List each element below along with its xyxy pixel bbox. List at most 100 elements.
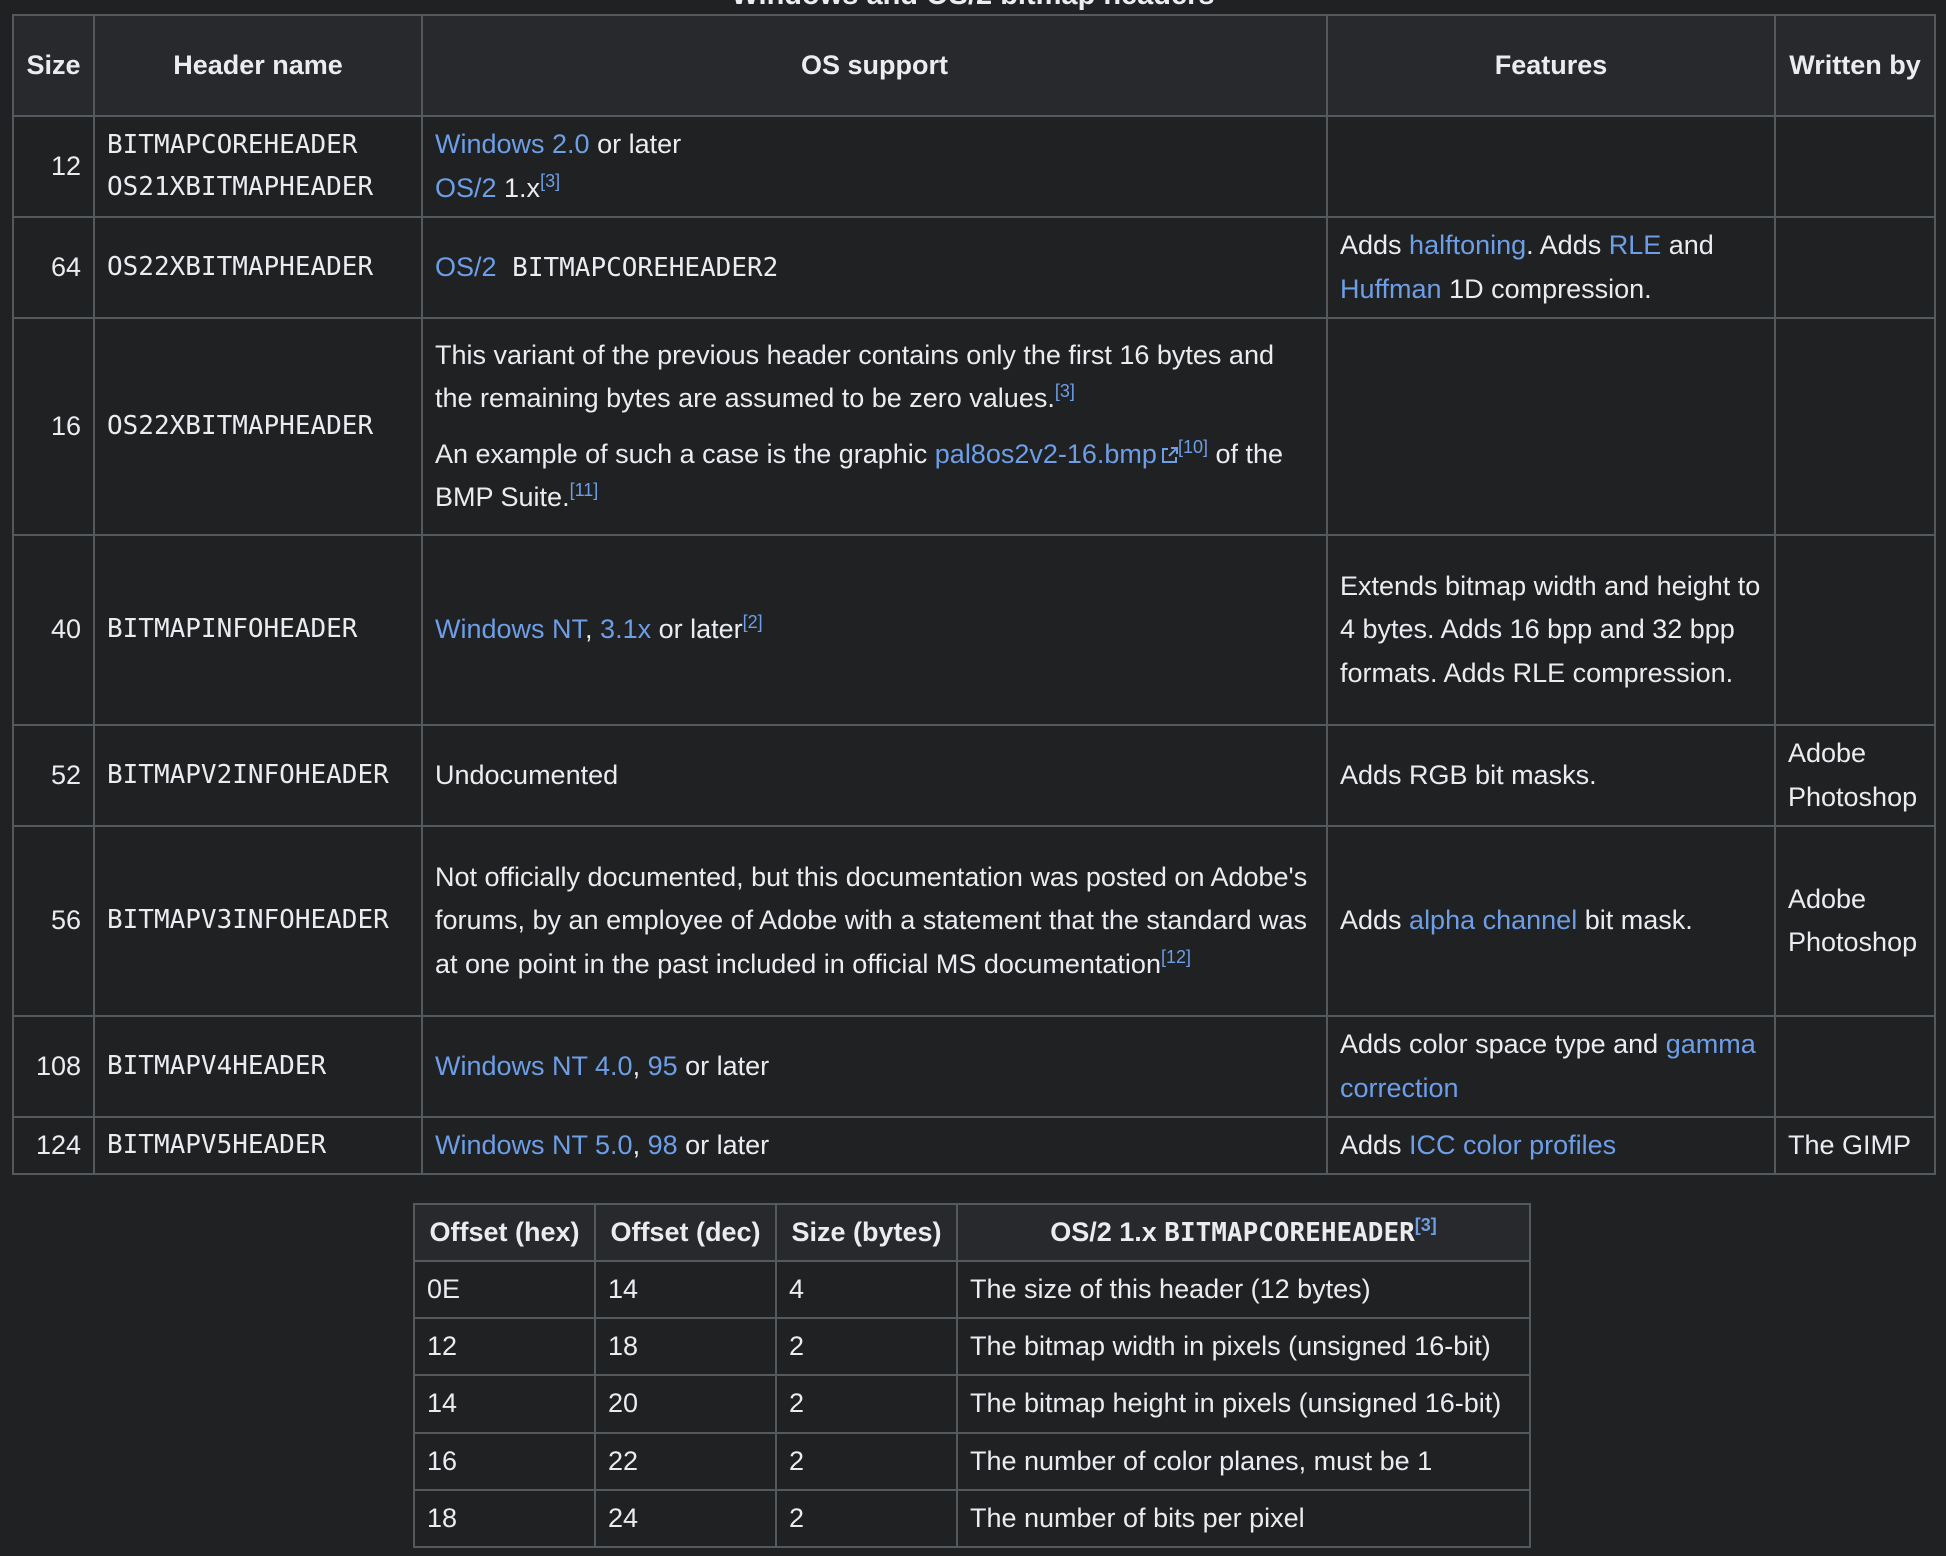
description-cell: The bitmap width in pixels (unsigned 16-… (955, 1317, 1532, 1377)
link-98[interactable]: 98 (648, 1130, 678, 1160)
link-windows-nt-4-0[interactable]: Windows NT 4.0 (435, 1051, 633, 1081)
os-support-cell: Undocumented (421, 724, 1328, 827)
os-text: or later (677, 1130, 770, 1160)
os-text: 1.x (496, 172, 541, 203)
table-row: 56 BITMAPV3INFOHEADER Not officially doc… (12, 825, 1936, 1017)
offset-dec-cell: 14 (593, 1259, 777, 1320)
citation-link[interactable]: [10] (1178, 437, 1208, 457)
header-name-cell: BITMAPV4HEADER (93, 1015, 423, 1118)
os-support-cell: Windows NT 4.0, 95 or later (421, 1015, 1328, 1118)
offset-hex-cell: 12 (413, 1317, 596, 1377)
core-header-table: Offset (hex) Offset (dec) Size (bytes) O… (413, 1203, 1532, 1548)
col-size-bytes: Size (bytes) (774, 1203, 958, 1262)
table-row: 52 BITMAPV2INFOHEADER Undocumented Adds … (12, 724, 1936, 827)
description-cell: The number of bits per pixel (955, 1488, 1532, 1548)
citation-link[interactable]: [3] (540, 171, 560, 191)
os-text: An example of such a case is the graphic (435, 438, 935, 469)
table-row: 108 BITMAPV4HEADER Windows NT 4.0, 95 or… (12, 1015, 1936, 1118)
table-row: 14 20 2 The bitmap height in pixels (uns… (413, 1374, 1532, 1434)
size-bytes-cell: 2 (774, 1374, 958, 1434)
written-by-cell (1774, 534, 1936, 726)
offset-hex-cell: 16 (413, 1431, 596, 1491)
citation-link[interactable]: [3] (1415, 1215, 1437, 1235)
table-row: 12 18 2 The bitmap width in pixels (unsi… (413, 1317, 1532, 1377)
os-support-cell: Windows 2.0 or later OS/2 1.x[3] (421, 115, 1328, 218)
link-os2[interactable]: OS/2 (435, 252, 497, 282)
citation-link[interactable]: [2] (743, 612, 763, 632)
features-cell (1326, 115, 1776, 218)
col-description-mono: BITMAPCOREHEADER (1164, 1217, 1415, 1248)
table-row: 0E 14 4 The size of this header (12 byte… (413, 1259, 1532, 1320)
header-row: Size Header name OS support Features Wri… (12, 14, 1936, 117)
header-name-cell: OS22XBITMAPHEADER (93, 216, 423, 319)
col-written-by: Written by (1774, 14, 1936, 117)
feature-text: Adds (1340, 905, 1410, 936)
header-name: OS21XBITMAPHEADER (107, 171, 374, 202)
link-rle[interactable]: RLE (1609, 230, 1662, 260)
written-by-cell (1774, 115, 1936, 218)
os-text: , (585, 614, 601, 645)
written-by-cell (1774, 216, 1936, 319)
os-paragraph: An example of such a case is the graphic… (435, 433, 1314, 519)
link-3-1x[interactable]: 3.1x (600, 614, 651, 644)
link-icc-color-profiles[interactable]: ICC color profiles (1409, 1130, 1616, 1160)
size-bytes-cell: 2 (774, 1488, 958, 1548)
os-text: , (632, 1130, 648, 1160)
table-row: 64 OS22XBITMAPHEADER OS/2 BITMAPCOREHEAD… (12, 216, 1936, 319)
link-halftoning[interactable]: halftoning (1409, 230, 1526, 260)
written-by-cell: Adobe Photoshop (1774, 825, 1936, 1017)
features-cell: Adds RGB bit masks. (1326, 724, 1776, 827)
col-description: OS/2 1.x BITMAPCOREHEADER[3] (955, 1203, 1532, 1262)
offset-dec-cell: 18 (593, 1317, 777, 1377)
col-features: Features (1326, 14, 1776, 117)
external-link-icon (1161, 446, 1178, 464)
col-description-label: OS/2 1.x (1050, 1216, 1165, 1247)
feature-text: Adds color space type and (1340, 1029, 1666, 1060)
link-huffman[interactable]: Huffman (1340, 274, 1442, 304)
feature-text: . Adds (1526, 230, 1609, 261)
os-text: or later (677, 1050, 770, 1081)
description-cell: The bitmap height in pixels (unsigned 16… (955, 1374, 1532, 1434)
os-mono-text: BITMAPCOREHEADER2 (496, 252, 779, 283)
size-cell: 12 (12, 115, 95, 218)
offset-hex-cell: 0E (413, 1259, 596, 1320)
feature-text: bit mask. (1577, 905, 1693, 936)
table-row: 18 24 2 The number of bits per pixel (413, 1488, 1532, 1548)
link-alpha-channel[interactable]: alpha channel (1409, 905, 1577, 935)
size-cell: 64 (12, 216, 95, 319)
col-size: Size (12, 14, 95, 117)
offset-dec-cell: 20 (593, 1374, 777, 1434)
link-windows-2-0[interactable]: Windows 2.0 (435, 129, 590, 159)
offset-hex-cell: 14 (413, 1374, 596, 1434)
feature-text: 1D compression. (1441, 273, 1652, 304)
written-by-cell (1774, 317, 1936, 536)
link-os2[interactable]: OS/2 (435, 173, 497, 203)
table-row: 12 BITMAPCOREHEADER OS21XBITMAPHEADER Wi… (12, 115, 1936, 218)
header-name-cell: BITMAPV5HEADER (93, 1115, 423, 1176)
written-by-cell: Adobe Photoshop (1774, 724, 1936, 827)
link-label: pal8os2v2-16.bmp (934, 438, 1157, 469)
bitmap-headers-table: Size Header name OS support Features Wri… (12, 14, 1936, 1176)
citation-link[interactable]: [12] (1161, 947, 1191, 967)
link-95[interactable]: 95 (648, 1051, 678, 1081)
features-cell: Extends bitmap width and height to 4 byt… (1326, 534, 1776, 726)
link-pal8os2v2-16-bmp[interactable]: pal8os2v2-16.bmp (935, 439, 1178, 469)
col-offset-dec: Offset (dec) (593, 1203, 777, 1262)
table-row: 124 BITMAPV5HEADER Windows NT 5.0, 98 or… (12, 1115, 1936, 1176)
link-windows-nt[interactable]: Windows NT (435, 614, 585, 644)
os-text: or later (651, 614, 743, 645)
size-bytes-cell: 2 (774, 1317, 958, 1377)
os-support-cell: This variant of the previous header cont… (421, 317, 1328, 536)
os-text: , (632, 1050, 648, 1081)
size-cell: 124 (12, 1115, 95, 1176)
feature-text: and (1661, 230, 1714, 261)
size-bytes-cell: 2 (774, 1431, 958, 1491)
features-cell: Adds alpha channel bit mask. (1326, 825, 1776, 1017)
offset-dec-cell: 24 (593, 1488, 777, 1548)
link-windows-nt-5-0[interactable]: Windows NT 5.0 (435, 1130, 633, 1160)
description-cell: The number of color planes, must be 1 (955, 1431, 1532, 1491)
citation-link[interactable]: [3] (1055, 381, 1075, 401)
citation-link[interactable]: [11] (570, 480, 599, 500)
features-cell: Adds ICC color profiles (1326, 1115, 1776, 1176)
os-support-cell: Not officially documented, but this docu… (421, 825, 1328, 1017)
